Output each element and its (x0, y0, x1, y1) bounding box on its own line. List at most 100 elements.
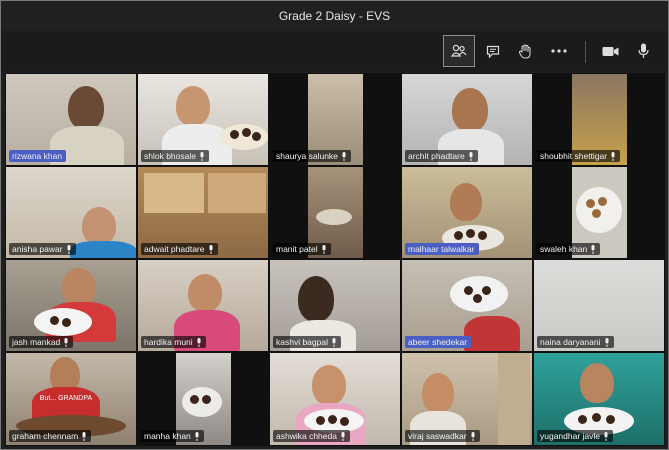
participant-nametag: naina daryanani (537, 336, 614, 348)
participant-face (452, 88, 488, 132)
laddoo (340, 417, 349, 426)
microphone-button[interactable] (627, 35, 659, 67)
participant-tile[interactable]: swaleh khan (533, 166, 665, 259)
participant-nametag: adwait phadtare (141, 243, 218, 255)
laddoo (592, 209, 601, 218)
cupboard (144, 173, 204, 213)
participant-body (464, 316, 520, 351)
mic-icon (67, 244, 71, 254)
mic-icon (200, 151, 204, 161)
mic-icon (342, 151, 346, 161)
curtain (498, 353, 530, 445)
microphone-icon (637, 43, 649, 58)
mic-icon (471, 431, 475, 441)
participant-nametag: shlok bhosale (141, 150, 209, 162)
participant-tile[interactable]: But... GRANDPA graham chennam (5, 352, 137, 446)
participant-hair (298, 276, 334, 322)
mic-icon (64, 337, 68, 347)
cupboard (208, 173, 266, 213)
mic-icon (605, 337, 608, 347)
participant-nametag: swaleh khan (537, 243, 601, 255)
participant-face (176, 86, 210, 126)
meeting-toolbar (1, 31, 668, 71)
chat-button[interactable] (477, 35, 509, 67)
participant-face (62, 268, 96, 306)
shirt-print: But... GRANDPA (39, 395, 93, 402)
participant-nametag: shaurya salunke (273, 150, 351, 162)
participant-tile[interactable]: malhaar talwalkar (401, 166, 533, 259)
participant-tile[interactable]: yugandhar javle (533, 352, 665, 446)
participant-nametag: archit phadtare (405, 150, 478, 162)
raise-hand-button[interactable] (509, 35, 541, 67)
participant-face (580, 363, 614, 403)
raise-hand-icon (518, 44, 530, 58)
participant-tile[interactable]: manha khan (137, 352, 269, 446)
participant-tile[interactable]: adwait phadtare (137, 166, 269, 259)
meeting-window: Grade 2 Daisy - EVS rizwana khan shlok b… (0, 0, 669, 450)
participant-tile[interactable]: rizwana khan (5, 73, 137, 166)
mic-icon (611, 151, 615, 161)
laddoo (464, 286, 473, 295)
participant-tile[interactable]: viraj saswadkar (401, 352, 533, 446)
participant-tile[interactable]: abeer shedekar (401, 259, 533, 352)
participant-tile[interactable]: ashwika chheda (269, 352, 401, 446)
mic-icon (332, 337, 336, 347)
window-title: Grade 2 Daisy - EVS (278, 9, 391, 23)
laddoo (592, 413, 601, 422)
participants-icon (451, 44, 467, 57)
participant-face (82, 207, 116, 245)
participant-tile[interactable]: archit phadtare (401, 73, 533, 166)
participant-tile[interactable]: shaurya salunke (269, 73, 401, 166)
laddoo (473, 294, 482, 303)
participant-body (70, 241, 136, 258)
participant-nametag: hardika muni (141, 336, 206, 348)
video-grid: rizwana khan shlok bhosale shaurya salun… (5, 73, 665, 446)
participant-nametag: kashvi bagpal (273, 336, 341, 348)
participant-face (188, 274, 222, 312)
participant-tile[interactable]: shoubhit shettigar (533, 73, 665, 166)
laddoo (202, 395, 211, 404)
laddoo (328, 415, 337, 424)
laddoo (252, 132, 261, 141)
laddoo (454, 231, 463, 240)
participant-nametag: viraj saswadkar (405, 430, 480, 442)
laddoo (242, 128, 251, 137)
participant-nametag: manit patel (273, 243, 331, 255)
participant-nametag: jash mankad (9, 336, 74, 348)
laddoo (578, 415, 587, 424)
mic-icon (604, 431, 608, 441)
participant-tile[interactable]: jash mankad (5, 259, 137, 352)
participant-face (312, 365, 346, 405)
participant-tile[interactable]: anisha pawar (5, 166, 137, 259)
laddoo (482, 286, 491, 295)
laddoo (316, 416, 325, 425)
mic-icon (197, 337, 201, 347)
mic-icon (591, 244, 595, 254)
mic-icon (469, 151, 473, 161)
laddoo (230, 130, 239, 139)
camera-icon (602, 46, 618, 56)
participant-nametag: yugandhar javle (537, 430, 614, 442)
more-options-button[interactable] (543, 35, 575, 67)
participant-nametag: malhaar talwalkar (405, 243, 479, 255)
laddoo (466, 229, 475, 238)
mic-icon (341, 431, 345, 441)
toolbar-divider (585, 41, 586, 63)
mic-icon (195, 431, 199, 441)
participant-tile[interactable]: kashvi bagpal (269, 259, 401, 352)
laddoo (190, 395, 199, 404)
participants-button[interactable] (443, 35, 475, 67)
participant-tile[interactable]: hardika muni (137, 259, 269, 352)
laddoo-plate (316, 209, 352, 225)
laddoo (478, 231, 487, 240)
participant-face (450, 183, 482, 221)
participant-tile[interactable]: naina daryanani (533, 259, 665, 352)
participant-tile[interactable]: manit patel (269, 166, 401, 259)
mic-icon (322, 244, 326, 254)
participant-tile[interactable]: shlok bhosale (137, 73, 269, 166)
participant-nametag: manha khan (141, 430, 204, 442)
participant-nametag: abeer shedekar (405, 336, 472, 348)
mic-icon (209, 244, 212, 254)
camera-button[interactable] (594, 35, 626, 67)
laddoo (598, 197, 607, 206)
